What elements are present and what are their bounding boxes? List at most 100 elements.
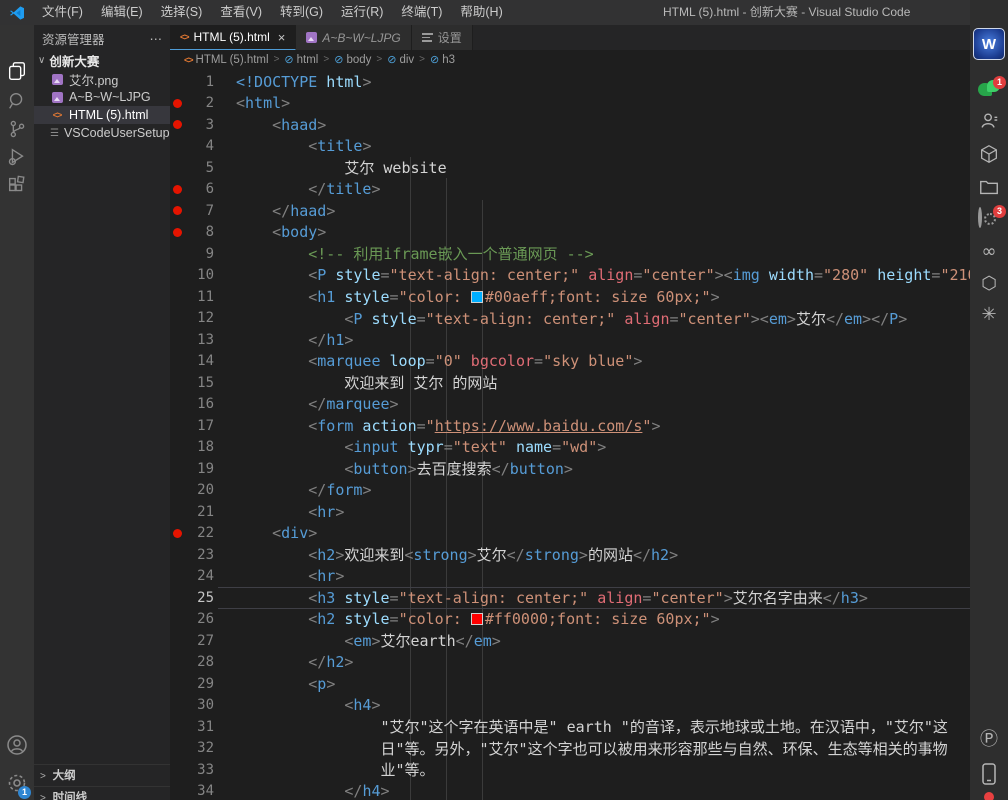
breakpoint-gutter[interactable] [170,99,184,108]
code-line[interactable]: 33 业"等。 [170,759,970,781]
code-line[interactable]: 19 <button>去百度搜索</button> [170,458,970,480]
menu-item[interactable]: 转到(G) [271,5,332,19]
breadcrumb-item[interactable]: <>HTML (5).html [184,54,269,66]
circled-p-icon[interactable]: Ⓟ [970,730,1008,750]
code-line[interactable]: 1<!DOCTYPE html> [170,71,970,93]
breakpoint-dot[interactable] [173,529,182,538]
code-line[interactable]: 7 </haad> [170,200,970,222]
breadcrumb-item[interactable]: ⊘h3 [430,53,455,66]
code-editor[interactable]: 1<!DOCTYPE html>2<html>3 <haad>4 <title>… [170,69,970,800]
code-line[interactable]: 13 </h1> [170,329,970,351]
menu-item[interactable]: 终端(T) [392,5,451,19]
panel-section-时间线[interactable]: > 时间线 [34,786,170,800]
code-line[interactable]: 15 欢迎来到 艾尔 的网站 [170,372,970,394]
breadcrumb-item[interactable]: ⊘html [284,53,318,66]
code-line[interactable]: 10 <P style="text-align: center;" align=… [170,265,970,287]
code-line[interactable]: 21 <hr> [170,501,970,523]
file-row[interactable]: ☰VSCodeUserSetup-x6... [34,124,170,142]
breakpoint-gutter[interactable] [170,206,184,215]
person-icon[interactable] [970,110,1008,132]
code-line[interactable]: 2<html> [170,93,970,115]
tab-close-icon[interactable]: × [278,30,286,45]
menu-item[interactable]: 选择(S) [152,5,212,19]
line-text: <h1 style="color: #00aeff;font: size 60p… [214,288,720,306]
breadcrumb-item[interactable]: ⊘body [334,53,371,66]
menu-item[interactable]: 帮助(H) [451,5,511,19]
sparkle-icon[interactable]: ✳ [970,305,1008,325]
run-debug-icon[interactable] [0,143,34,171]
breakpoint-dot[interactable] [173,228,182,237]
color-swatch [471,613,483,625]
tab-HTML (5).html[interactable]: <>HTML (5).html× [170,25,296,50]
code-line[interactable]: 17 <form action="https://www.baidu.com/s… [170,415,970,437]
code-line[interactable]: 20 </form> [170,480,970,502]
code-line[interactable]: 26 <h2 style="color: #ff0000;font: size … [170,609,970,631]
code-line[interactable]: 14 <marquee loop="0" bgcolor="sky blue"> [170,351,970,373]
code-line[interactable]: 30 <h4> [170,695,970,717]
code-line[interactable]: 6 </title> [170,179,970,201]
folder-icon[interactable] [970,176,1008,198]
breakpoint-gutter[interactable] [170,185,184,194]
code-line[interactable]: 23 <h2>欢迎来到<strong>艾尔</strong>的网站</h2> [170,544,970,566]
aperture-gear-icon[interactable]: 3 [970,209,1008,231]
breakpoint-dot[interactable] [173,120,182,129]
code-line[interactable]: 22 <div> [170,523,970,545]
breakpoint-dot[interactable] [173,99,182,108]
infinity-icon[interactable]: ∞ [970,242,1008,262]
tab-设置[interactable]: 设置 [412,25,473,50]
menu-item[interactable]: 查看(V) [211,5,271,19]
code-line[interactable]: 24 <hr> [170,566,970,588]
code-line[interactable]: 25 <h3 style="text-align: center;" align… [170,587,970,609]
menu-item[interactable]: 编辑(E) [92,5,152,19]
code-line[interactable]: 27 <em>艾尔earth</em> [170,630,970,652]
file-row[interactable]: A~B~W~LJPG [34,88,170,106]
code-line[interactable]: 9 <!-- 利用iframe嵌入一个普通网页 --> [170,243,970,265]
code-line[interactable]: 12 <P style="text-align: center;" align=… [170,308,970,330]
breakpoint-gutter[interactable] [170,228,184,237]
breadcrumb-item[interactable]: ⊘div [387,53,414,66]
code-line[interactable]: 18 <input typr="text" name="wd"> [170,437,970,459]
breakpoint-gutter[interactable] [170,529,184,538]
tab-A~B~W~LJPG[interactable]: A~B~W~LJPG [296,25,411,50]
file-name: 艾尔.png [69,70,118,89]
source-control-icon[interactable] [0,115,34,143]
search-icon[interactable] [0,87,34,115]
phone-icon[interactable] [970,762,1008,786]
code-line[interactable]: 3 <haad> [170,114,970,136]
folder-row[interactable]: ∨ 创新大赛 [34,51,170,70]
cube-icon[interactable] [970,143,1008,165]
explorer-icon[interactable] [0,57,34,85]
code-line[interactable]: 31 "艾尔"这个字在英语中是" earth "的音译，表示地球或土地。在汉语中… [170,716,970,738]
color-swatch [471,291,483,303]
settings-gear-icon[interactable]: 1 [0,769,34,797]
breakpoint-dot[interactable] [173,206,182,215]
hexagon-icon[interactable]: ⬡ [970,274,1008,294]
w-logo[interactable]: W [970,28,1008,60]
red-dot[interactable] [970,792,1008,800]
extensions-icon[interactable] [0,171,34,199]
code-line[interactable]: 11 <h1 style="color: #00aeff;font: size … [170,286,970,308]
file-row[interactable]: <>HTML (5).html [34,106,170,124]
line-number: 31 [184,719,214,735]
notification-badge: 1 [993,76,1006,89]
code-line[interactable]: 8 <body> [170,222,970,244]
menu-item[interactable]: 运行(R) [332,5,392,19]
code-line[interactable]: 16 </marquee> [170,394,970,416]
code-line[interactable]: 5 艾尔 website [170,157,970,179]
breakpoint-dot[interactable] [173,185,182,194]
file-row[interactable]: 艾尔.png [34,70,170,88]
line-text: <P style="text-align: center;" align="ce… [214,266,970,284]
breadcrumb-label: h3 [442,54,455,66]
account-icon[interactable] [0,731,34,759]
menu-item[interactable]: 文件(F) [33,5,92,19]
right-dock-bar: W 1 3 ∞ ⬡ ✳ Ⓟ [970,0,1008,800]
code-line[interactable]: 28 </h2> [170,652,970,674]
code-line[interactable]: 32 日"等。另外，"艾尔"这个字也可以被用来形容那些与自然、环保、生态等相关的… [170,738,970,760]
code-line[interactable]: 34 </h4> [170,781,970,800]
panel-section-大纲[interactable]: > 大纲 [34,764,170,786]
code-line[interactable]: 4 <title> [170,136,970,158]
more-actions-icon[interactable]: ⋯ [150,31,163,46]
breakpoint-gutter[interactable] [170,120,184,129]
chat-icon[interactable]: 1 [970,80,1008,98]
code-line[interactable]: 29 <p> [170,673,970,695]
